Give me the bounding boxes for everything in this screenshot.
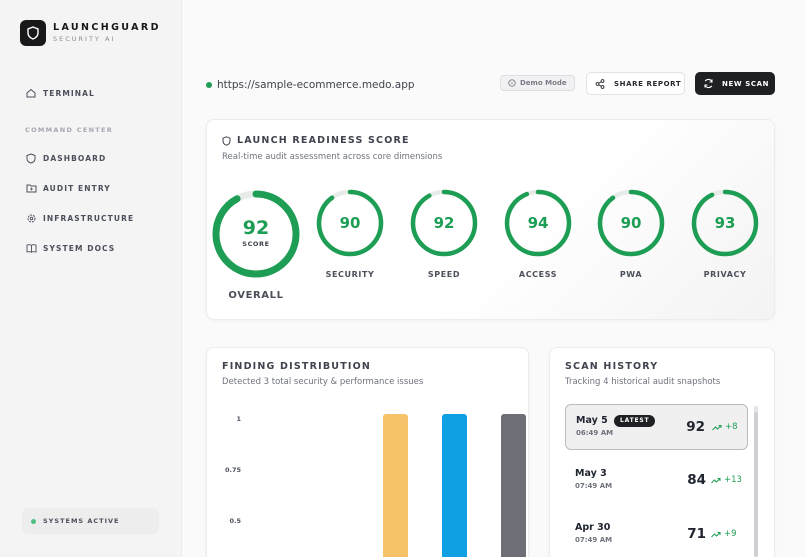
chart-bar[interactable] (383, 414, 408, 557)
history-score: 71 (687, 526, 706, 542)
security-score-value: 90 (339, 214, 361, 232)
access-score-label: ACCESS (518, 270, 558, 279)
section-label: COMMAND CENTER (25, 126, 114, 134)
shield-logo-icon (20, 20, 46, 46)
privacy-score-label: PRIVACY (703, 270, 747, 279)
overall-score-label: OVERALL (228, 290, 284, 301)
brand-name: LAUNCHGUARD (53, 22, 161, 33)
history-row[interactable]: May 5 LATEST 06:49 AM 92 +8 (565, 404, 748, 450)
history-row[interactable]: May 3 07:49 AM 84 +13 (565, 458, 748, 504)
chart-bar[interactable] (442, 414, 467, 557)
security-score-label: SECURITY (325, 270, 375, 279)
sidebar-item-label: DASHBOARD (43, 153, 107, 163)
pwa-score-label: PWA (619, 270, 643, 279)
folder-icon (25, 182, 37, 194)
shield-icon (25, 152, 37, 164)
sidebar-item-audit-entry[interactable]: AUDIT ENTRY (25, 181, 111, 195)
sidebar-item-label: AUDIT ENTRY (43, 183, 111, 193)
history-delta: +13 (711, 475, 742, 485)
new-scan-label: NEW SCAN (722, 79, 770, 88)
sidebar-item-label: INFRASTRUCTURE (43, 213, 135, 223)
history-delta: +8 (712, 422, 738, 432)
overall-score-gauge: 92 SCORE (211, 189, 301, 279)
sidebar-item-system-docs[interactable]: SYSTEM DOCS (25, 241, 115, 255)
brand[interactable]: LAUNCHGUARD SECURITY AI (20, 20, 161, 46)
trend-up-icon (711, 531, 721, 537)
share-icon (595, 78, 605, 89)
sidebar-item-terminal[interactable]: TERMINAL (25, 86, 95, 100)
history-delta: +9 (711, 529, 737, 539)
privacy-score-gauge: 93 (691, 189, 759, 257)
readiness-title: LAUNCH READINESS SCORE (222, 135, 410, 146)
gear-icon (25, 212, 37, 224)
readiness-subtitle: Real-time audit assessment across core d… (222, 152, 443, 162)
history-score: 92 (686, 419, 705, 435)
history-title: SCAN HISTORY (565, 361, 659, 372)
sidebar-item-dashboard[interactable]: DASHBOARD (25, 151, 106, 165)
history-delta-value: +13 (724, 475, 742, 485)
history-time: 07:49 AM (575, 482, 613, 490)
history-row[interactable]: Apr 30 07:49 AM 71 +9 (565, 512, 748, 557)
status-dot-icon (31, 518, 36, 524)
pwa-score-value: 90 (620, 214, 642, 232)
y-tick-label: 0.75 (224, 466, 241, 474)
share-report-label: SHARE REPORT (614, 79, 682, 88)
status-text: SYSTEMS ACTIVE (43, 517, 120, 525)
demo-mode-label: Demo Mode (520, 79, 567, 87)
findings-title: FINDING DISTRIBUTION (222, 361, 372, 372)
speed-score-value: 92 (433, 214, 455, 232)
shield-icon (222, 135, 231, 146)
y-tick-label: 1 (236, 415, 241, 423)
home-icon (25, 87, 37, 99)
brand-subtitle: SECURITY AI (53, 35, 116, 43)
findings-subtitle: Detected 3 total security & performance … (222, 377, 424, 387)
sidebar-item-label: SYSTEM DOCS (43, 243, 116, 253)
access-score-value: 94 (527, 214, 549, 232)
new-scan-button[interactable]: NEW SCAN (695, 72, 775, 95)
sidebar: LAUNCHGUARD SECURITY AI TERMINAL COMMAND… (0, 0, 182, 557)
site-url[interactable]: https://sample-ecommerce.medo.app (206, 79, 415, 91)
history-delta-value: +8 (725, 422, 738, 432)
history-date: May 5 (576, 415, 608, 426)
overall-score-unit: SCORE (242, 240, 270, 248)
readiness-title-text: LAUNCH READINESS SCORE (237, 135, 410, 146)
history-delta-value: +9 (724, 529, 737, 539)
chart-bar[interactable] (501, 414, 526, 557)
access-score-gauge: 94 (504, 189, 572, 257)
history-scrollbar-thumb[interactable] (754, 412, 758, 557)
sidebar-item-label: TERMINAL (43, 88, 95, 98)
system-status: SYSTEMS ACTIVE (22, 508, 159, 534)
refresh-icon (704, 78, 713, 89)
sidebar-item-infrastructure[interactable]: INFRASTRUCTURE (25, 211, 134, 225)
overall-score-value: 92 (242, 217, 270, 239)
y-tick-label: 0.5 (229, 517, 241, 525)
history-subtitle: Tracking 4 historical audit snapshots (565, 377, 721, 387)
latest-badge: LATEST (614, 415, 656, 427)
site-url-text: https://sample-ecommerce.medo.app (217, 79, 415, 91)
privacy-score-value: 93 (714, 214, 736, 232)
history-time: 07:49 AM (575, 536, 613, 544)
pwa-score-gauge: 90 (597, 189, 665, 257)
trend-up-icon (712, 424, 722, 430)
history-date: Apr 30 (575, 522, 611, 533)
speed-score-label: SPEED (427, 270, 461, 279)
speed-score-gauge: 92 (410, 189, 478, 257)
info-icon (508, 79, 516, 87)
book-icon (25, 242, 37, 254)
history-score: 84 (687, 472, 706, 488)
history-date: May 3 (575, 468, 607, 479)
share-report-button[interactable]: SHARE REPORT (586, 72, 685, 95)
demo-mode-badge: Demo Mode (500, 75, 575, 91)
security-score-gauge: 90 (316, 189, 384, 257)
trend-up-icon (711, 477, 721, 483)
history-time: 06:49 AM (576, 429, 614, 437)
online-dot-icon (206, 82, 212, 88)
